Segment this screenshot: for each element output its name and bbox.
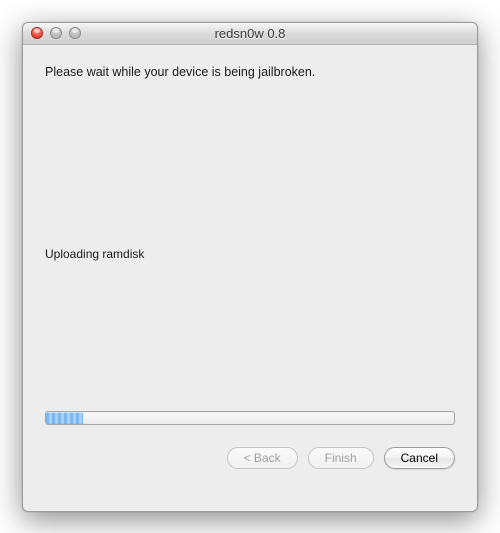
finish-button: Finish bbox=[308, 447, 374, 469]
progress-bar bbox=[45, 411, 455, 425]
button-row: < Back Finish Cancel bbox=[45, 447, 455, 469]
app-window: redsn0w 0.8 Please wait while your devic… bbox=[22, 22, 478, 512]
content-pane: Please wait while your device is being j… bbox=[23, 45, 477, 511]
minimize-icon bbox=[50, 27, 62, 39]
window-title: redsn0w 0.8 bbox=[23, 26, 477, 41]
progress-fill bbox=[46, 412, 83, 424]
cancel-button[interactable]: Cancel bbox=[384, 447, 455, 469]
close-icon[interactable] bbox=[31, 27, 43, 39]
back-button: < Back bbox=[227, 447, 298, 469]
status-message: Uploading ramdisk bbox=[45, 247, 455, 261]
main-message: Please wait while your device is being j… bbox=[45, 65, 455, 79]
traffic-lights bbox=[23, 27, 81, 39]
zoom-icon bbox=[69, 27, 81, 39]
titlebar[interactable]: redsn0w 0.8 bbox=[23, 23, 477, 45]
progress-container bbox=[45, 411, 455, 425]
